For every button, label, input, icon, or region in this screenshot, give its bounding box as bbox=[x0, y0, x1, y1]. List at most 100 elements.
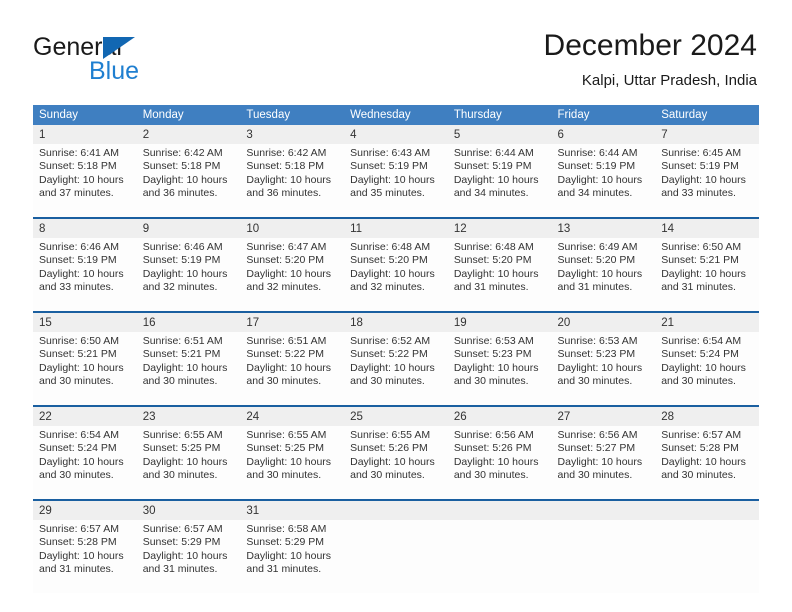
day-cell[interactable]: Sunrise: 6:44 AM Sunset: 5:19 PM Dayligh… bbox=[447, 144, 552, 217]
day-number[interactable]: 4 bbox=[344, 125, 448, 144]
day-number[interactable]: 23 bbox=[136, 407, 241, 426]
day-number[interactable]: 22 bbox=[33, 407, 137, 426]
sunset-text: Sunset: 5:20 PM bbox=[350, 254, 428, 267]
dow-header-monday: Monday bbox=[136, 105, 241, 125]
sunrise-text: Sunrise: 6:50 AM bbox=[39, 335, 119, 347]
day-cell[interactable]: Sunrise: 6:57 AM Sunset: 5:28 PM Dayligh… bbox=[33, 520, 137, 593]
daylight-text-line2: and 31 minutes. bbox=[142, 563, 218, 576]
day-cell[interactable]: Sunrise: 6:48 AM Sunset: 5:20 PM Dayligh… bbox=[447, 238, 552, 311]
daylight-text-line1: Daylight: 10 hours bbox=[39, 173, 124, 186]
day-number[interactable]: 20 bbox=[551, 313, 656, 332]
day-number[interactable]: 6 bbox=[551, 125, 656, 144]
daylight-text-line2: and 33 minutes. bbox=[39, 281, 114, 294]
daylight-text-line2: and 34 minutes. bbox=[453, 187, 529, 200]
day-number[interactable]: 2 bbox=[136, 125, 241, 144]
day-cell[interactable]: Sunrise: 6:57 AM Sunset: 5:29 PM Dayligh… bbox=[136, 520, 241, 593]
day-cell[interactable]: Sunrise: 6:55 AM Sunset: 5:25 PM Dayligh… bbox=[240, 426, 345, 499]
daylight-text-line2: and 31 minutes. bbox=[39, 563, 114, 576]
sunrise-text: Sunrise: 6:48 AM bbox=[350, 241, 431, 253]
brand-logo[interactable]: General Blue bbox=[33, 34, 253, 90]
day-number[interactable]: 13 bbox=[551, 219, 656, 238]
day-number[interactable]: 17 bbox=[240, 313, 345, 332]
day-number[interactable]: 19 bbox=[447, 313, 552, 332]
sunset-text: Sunset: 5:19 PM bbox=[661, 160, 739, 173]
daylight-text-line1: Daylight: 10 hours bbox=[39, 549, 124, 562]
day-number[interactable]: 1 bbox=[33, 125, 137, 144]
day-cell[interactable]: Sunrise: 6:58 AM Sunset: 5:29 PM Dayligh… bbox=[240, 520, 345, 593]
day-number[interactable]: 11 bbox=[344, 219, 448, 238]
daylight-text-line1: Daylight: 10 hours bbox=[350, 361, 435, 374]
day-number[interactable]: 24 bbox=[240, 407, 345, 426]
sunset-text: Sunset: 5:19 PM bbox=[453, 160, 532, 173]
day-cell[interactable]: Sunrise: 6:47 AM Sunset: 5:20 PM Dayligh… bbox=[240, 238, 345, 311]
sunrise-text: Sunrise: 6:55 AM bbox=[246, 429, 327, 441]
day-number[interactable]: 28 bbox=[655, 407, 759, 426]
day-number[interactable]: 5 bbox=[447, 125, 552, 144]
sunrise-text: Sunrise: 6:44 AM bbox=[453, 147, 534, 159]
daylight-text-line2: and 31 minutes. bbox=[661, 281, 736, 294]
day-number[interactable]: 16 bbox=[136, 313, 241, 332]
week-info-row: Sunrise: 6:50 AM Sunset: 5:21 PM Dayligh… bbox=[33, 332, 759, 405]
day-cell[interactable]: Sunrise: 6:56 AM Sunset: 5:27 PM Dayligh… bbox=[551, 426, 656, 499]
day-cell[interactable]: Sunrise: 6:49 AM Sunset: 5:20 PM Dayligh… bbox=[551, 238, 656, 311]
day-cell[interactable]: Sunrise: 6:53 AM Sunset: 5:23 PM Dayligh… bbox=[447, 332, 552, 405]
day-number[interactable]: 9 bbox=[136, 219, 241, 238]
day-cell[interactable]: Sunrise: 6:54 AM Sunset: 5:24 PM Dayligh… bbox=[655, 332, 759, 405]
sunset-text: Sunset: 5:26 PM bbox=[453, 442, 532, 455]
day-cell[interactable]: Sunrise: 6:42 AM Sunset: 5:18 PM Dayligh… bbox=[136, 144, 241, 217]
sunrise-text: Sunrise: 6:44 AM bbox=[557, 147, 638, 159]
day-cell[interactable]: Sunrise: 6:51 AM Sunset: 5:21 PM Dayligh… bbox=[136, 332, 241, 405]
day-cell[interactable]: Sunrise: 6:46 AM Sunset: 5:19 PM Dayligh… bbox=[33, 238, 137, 311]
daylight-text-line1: Daylight: 10 hours bbox=[246, 455, 332, 468]
day-cell[interactable]: Sunrise: 6:42 AM Sunset: 5:18 PM Dayligh… bbox=[240, 144, 345, 217]
week-daynum-row: 15 16 17 18 19 20 21 bbox=[33, 313, 759, 332]
day-cell[interactable]: Sunrise: 6:45 AM Sunset: 5:19 PM Dayligh… bbox=[655, 144, 759, 217]
day-number[interactable]: 7 bbox=[655, 125, 759, 144]
day-number[interactable]: 21 bbox=[655, 313, 759, 332]
day-number[interactable]: 8 bbox=[33, 219, 137, 238]
day-number[interactable]: 18 bbox=[344, 313, 448, 332]
day-cell[interactable]: Sunrise: 6:46 AM Sunset: 5:19 PM Dayligh… bbox=[136, 238, 241, 311]
day-number[interactable]: 14 bbox=[655, 219, 759, 238]
day-number[interactable]: 27 bbox=[551, 407, 656, 426]
sunrise-text: Sunrise: 6:43 AM bbox=[350, 147, 431, 159]
sunrise-text: Sunrise: 6:58 AM bbox=[246, 523, 327, 535]
day-number[interactable]: 3 bbox=[240, 125, 345, 144]
day-cell[interactable]: Sunrise: 6:55 AM Sunset: 5:26 PM Dayligh… bbox=[344, 426, 448, 499]
day-cell[interactable]: Sunrise: 6:44 AM Sunset: 5:19 PM Dayligh… bbox=[551, 144, 656, 217]
daylight-text-line1: Daylight: 10 hours bbox=[557, 455, 643, 468]
day-number[interactable]: 26 bbox=[447, 407, 552, 426]
day-cell[interactable]: Sunrise: 6:53 AM Sunset: 5:23 PM Dayligh… bbox=[551, 332, 656, 405]
day-cell[interactable]: Sunrise: 6:43 AM Sunset: 5:19 PM Dayligh… bbox=[344, 144, 448, 217]
sunset-text: Sunset: 5:18 PM bbox=[142, 160, 221, 173]
day-number[interactable]: 10 bbox=[240, 219, 345, 238]
daylight-text-line1: Daylight: 10 hours bbox=[453, 173, 539, 186]
daylight-text-line1: Daylight: 10 hours bbox=[246, 361, 332, 374]
sunrise-text: Sunrise: 6:48 AM bbox=[453, 241, 534, 253]
sunrise-text: Sunrise: 6:51 AM bbox=[246, 335, 327, 347]
day-cell[interactable]: Sunrise: 6:48 AM Sunset: 5:20 PM Dayligh… bbox=[344, 238, 448, 311]
daylight-text-line1: Daylight: 10 hours bbox=[557, 267, 643, 280]
day-cell[interactable]: Sunrise: 6:41 AM Sunset: 5:18 PM Dayligh… bbox=[33, 144, 137, 217]
day-number[interactable]: 31 bbox=[240, 501, 345, 520]
calendar-body: 1 2 3 4 5 6 7 Sunrise: 6:41 AM Sunset: 5… bbox=[33, 125, 759, 593]
sunrise-text: Sunrise: 6:57 AM bbox=[142, 523, 223, 535]
day-number[interactable]: 25 bbox=[344, 407, 448, 426]
day-cell[interactable]: Sunrise: 6:56 AM Sunset: 5:26 PM Dayligh… bbox=[447, 426, 552, 499]
day-number[interactable]: 15 bbox=[33, 313, 137, 332]
day-cell[interactable]: Sunrise: 6:52 AM Sunset: 5:22 PM Dayligh… bbox=[344, 332, 448, 405]
day-number[interactable]: 29 bbox=[33, 501, 137, 520]
sunrise-text: Sunrise: 6:57 AM bbox=[661, 429, 742, 441]
day-cell[interactable]: Sunrise: 6:51 AM Sunset: 5:22 PM Dayligh… bbox=[240, 332, 345, 405]
daylight-text-line1: Daylight: 10 hours bbox=[39, 455, 124, 468]
day-number[interactable]: 30 bbox=[136, 501, 241, 520]
day-cell[interactable]: Sunrise: 6:50 AM Sunset: 5:21 PM Dayligh… bbox=[33, 332, 137, 405]
day-cell[interactable]: Sunrise: 6:50 AM Sunset: 5:21 PM Dayligh… bbox=[655, 238, 759, 311]
day-cell[interactable]: Sunrise: 6:55 AM Sunset: 5:25 PM Dayligh… bbox=[136, 426, 241, 499]
daylight-text-line1: Daylight: 10 hours bbox=[557, 173, 643, 186]
day-cell[interactable]: Sunrise: 6:57 AM Sunset: 5:28 PM Dayligh… bbox=[655, 426, 759, 499]
daylight-text-line1: Daylight: 10 hours bbox=[453, 455, 539, 468]
day-number[interactable]: 12 bbox=[447, 219, 552, 238]
week-info-row: Sunrise: 6:54 AM Sunset: 5:24 PM Dayligh… bbox=[33, 426, 759, 499]
day-cell[interactable]: Sunrise: 6:54 AM Sunset: 5:24 PM Dayligh… bbox=[33, 426, 137, 499]
